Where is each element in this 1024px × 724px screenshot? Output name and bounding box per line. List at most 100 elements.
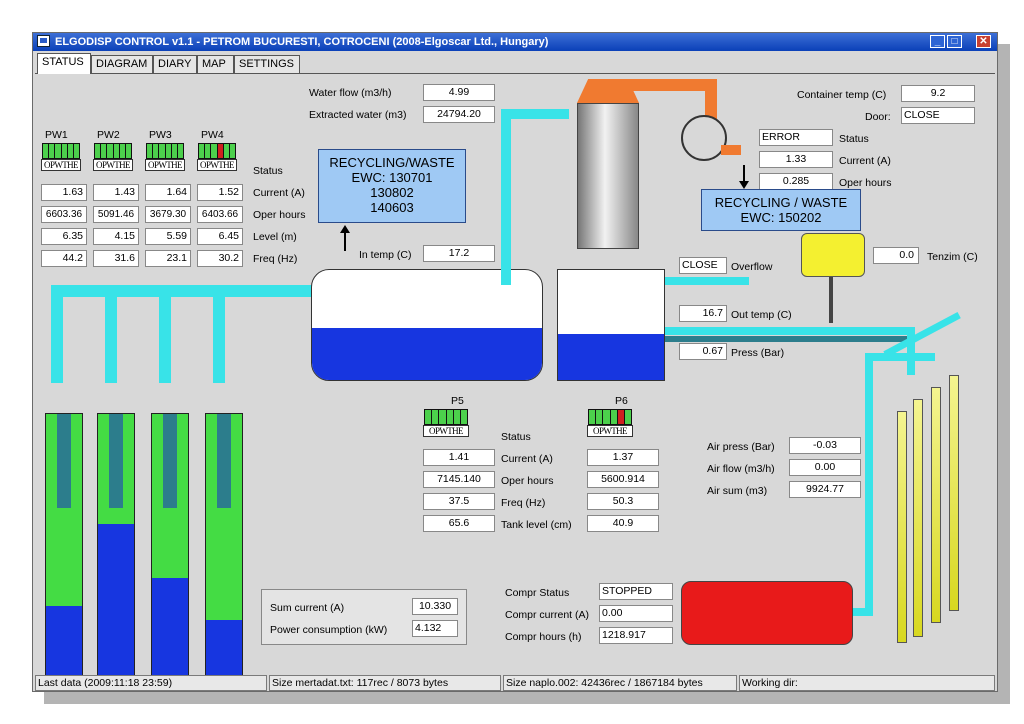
pump-status-label: Status	[501, 431, 531, 443]
pw-freq-label: Freq (Hz)	[253, 253, 298, 265]
press-value: 0.67	[679, 343, 727, 360]
container-temp-value: 9.2	[901, 85, 975, 102]
tab-map[interactable]: MAP	[197, 55, 234, 73]
recycling2-title: RECYCLING / WASTE	[714, 195, 848, 210]
door-label: Door:	[865, 111, 891, 123]
pw3-header: PW3	[149, 129, 172, 141]
air-press-label: Air press (Bar)	[707, 441, 775, 453]
tank-main-water	[312, 328, 542, 380]
status-working-dir: Working dir:	[739, 675, 995, 691]
blower-outlet	[721, 145, 741, 155]
pw1-status-indicator: OPWTHE	[41, 143, 81, 171]
compr-current-label: Compr current (A)	[505, 609, 590, 621]
pipe-air-riser	[865, 353, 873, 608]
minimize-icon[interactable]: _	[930, 35, 945, 48]
compr-status-label: Compr Status	[505, 587, 570, 599]
pipe-air-to-compressor	[853, 608, 873, 616]
recycling-waste-box-2: RECYCLING / WASTE EWC: 150202	[701, 189, 861, 231]
pipe-to-stripper-top	[501, 109, 569, 119]
well-water	[98, 523, 134, 688]
sparger-rod-2	[913, 399, 923, 637]
pw4-level: 6.45	[197, 228, 243, 245]
in-temp-value: 17.2	[423, 245, 495, 262]
compressor-unit	[681, 581, 853, 645]
maximize-icon[interactable]: □	[947, 35, 962, 48]
pipe-air-top	[865, 353, 935, 361]
power-consumption-value: 4.132	[412, 620, 458, 637]
recycling1-code2: 130802	[370, 185, 414, 200]
well-pw2	[97, 413, 135, 689]
compr-hours-value: 1218.917	[599, 627, 673, 644]
tab-settings[interactable]: SETTINGS	[234, 55, 300, 73]
arrow-down-icon	[739, 181, 749, 189]
pump-tank-label: Tank level (cm)	[501, 519, 572, 531]
sum-current-value: 10.330	[412, 598, 458, 615]
well-tube	[163, 414, 177, 508]
status-mertadat-size: Size mertadat.txt: 117rec / 8073 bytes	[269, 675, 501, 691]
blower-current-label: Current (A)	[839, 155, 891, 167]
p6-freq: 50.3	[587, 493, 659, 510]
in-temp-label: In temp (C)	[359, 249, 412, 261]
tab-diary[interactable]: DIARY	[153, 55, 197, 73]
power-panel: Sum current (A) 10.330 Power consumption…	[261, 589, 467, 645]
out-temp-label: Out temp (C)	[731, 309, 792, 321]
tab-status[interactable]: STATUS	[37, 53, 91, 74]
sum-current-label: Sum current (A)	[270, 602, 345, 614]
well-tube	[217, 414, 231, 508]
status-last-data: Last data (2009:11:18 23:59)	[35, 675, 267, 691]
pw2-oper-hours: 5091.46	[93, 206, 139, 223]
p6-status-indicator: OPWTHE	[587, 409, 633, 437]
pw2-level: 4.15	[93, 228, 139, 245]
overflow-label: Overflow	[731, 261, 773, 273]
tank-main	[311, 269, 543, 381]
p5-tank: 65.6	[423, 515, 495, 532]
well-pw4	[205, 413, 243, 689]
pipe-pw1	[51, 285, 63, 383]
tenzim-tank	[801, 233, 865, 277]
pw2-freq: 31.6	[93, 250, 139, 267]
pump-current-label: Current (A)	[501, 453, 553, 465]
pw4-oper-hours: 6403.66	[197, 206, 243, 223]
tab-diagram[interactable]: DIAGRAM	[91, 55, 153, 73]
blower-status-value: ERROR	[759, 129, 833, 146]
pw-status-label: Status	[253, 165, 283, 177]
window-title: ELGODISP CONTROL v1.1 - PETROM BUCURESTI…	[55, 36, 549, 48]
pw-oper-hours-label: Oper hours	[253, 209, 306, 221]
arrow-up-icon	[340, 225, 350, 233]
status-naplo-size: Size naplo.002: 42436rec / 1867184 bytes	[503, 675, 737, 691]
pw4-freq: 30.2	[197, 250, 243, 267]
blower-hours-value: 0.285	[759, 173, 833, 190]
air-sum-label: Air sum (m3)	[707, 485, 768, 497]
overflow-value: CLOSE	[679, 257, 727, 274]
container-temp-label: Container temp (C)	[797, 89, 887, 101]
water-flow-value: 4.99	[423, 84, 495, 101]
out-temp-value: 16.7	[679, 305, 727, 322]
press-label: Press (Bar)	[731, 347, 785, 359]
pipe-overflow	[665, 277, 749, 285]
p6-hours: 5600.914	[587, 471, 659, 488]
main-window: ELGODISP CONTROL v1.1 - PETROM BUCURESTI…	[32, 32, 998, 692]
blower-hours-label: Oper hours	[839, 177, 892, 189]
recycling-waste-box-1: RECYCLING/WASTE EWC: 130701 130802 14060…	[318, 149, 466, 223]
well-tube	[57, 414, 71, 508]
p5-current: 1.41	[423, 449, 495, 466]
title-bar[interactable]: ELGODISP CONTROL v1.1 - PETROM BUCURESTI…	[33, 33, 997, 51]
duct-top	[623, 79, 717, 91]
pipe-to-stripper	[501, 109, 511, 285]
pipe-pw2	[105, 285, 117, 383]
pw1-current: 1.63	[41, 184, 87, 201]
close-icon[interactable]: ✕	[976, 35, 991, 48]
p6-current: 1.37	[587, 449, 659, 466]
sparger-rod-4	[949, 375, 959, 611]
pipe-pw3	[159, 285, 171, 383]
pw-level-label: Level (m)	[253, 231, 297, 243]
compr-hours-label: Compr hours (h)	[505, 631, 582, 643]
pw3-current: 1.64	[145, 184, 191, 201]
blower-current-value: 1.33	[759, 151, 833, 168]
tenzim-value: 0.0	[873, 247, 919, 264]
well-pw3	[151, 413, 189, 689]
pump-hours-label: Oper hours	[501, 475, 554, 487]
pw3-freq: 23.1	[145, 250, 191, 267]
pipe-pw4	[213, 285, 225, 383]
tank-secondary-water	[558, 334, 664, 380]
